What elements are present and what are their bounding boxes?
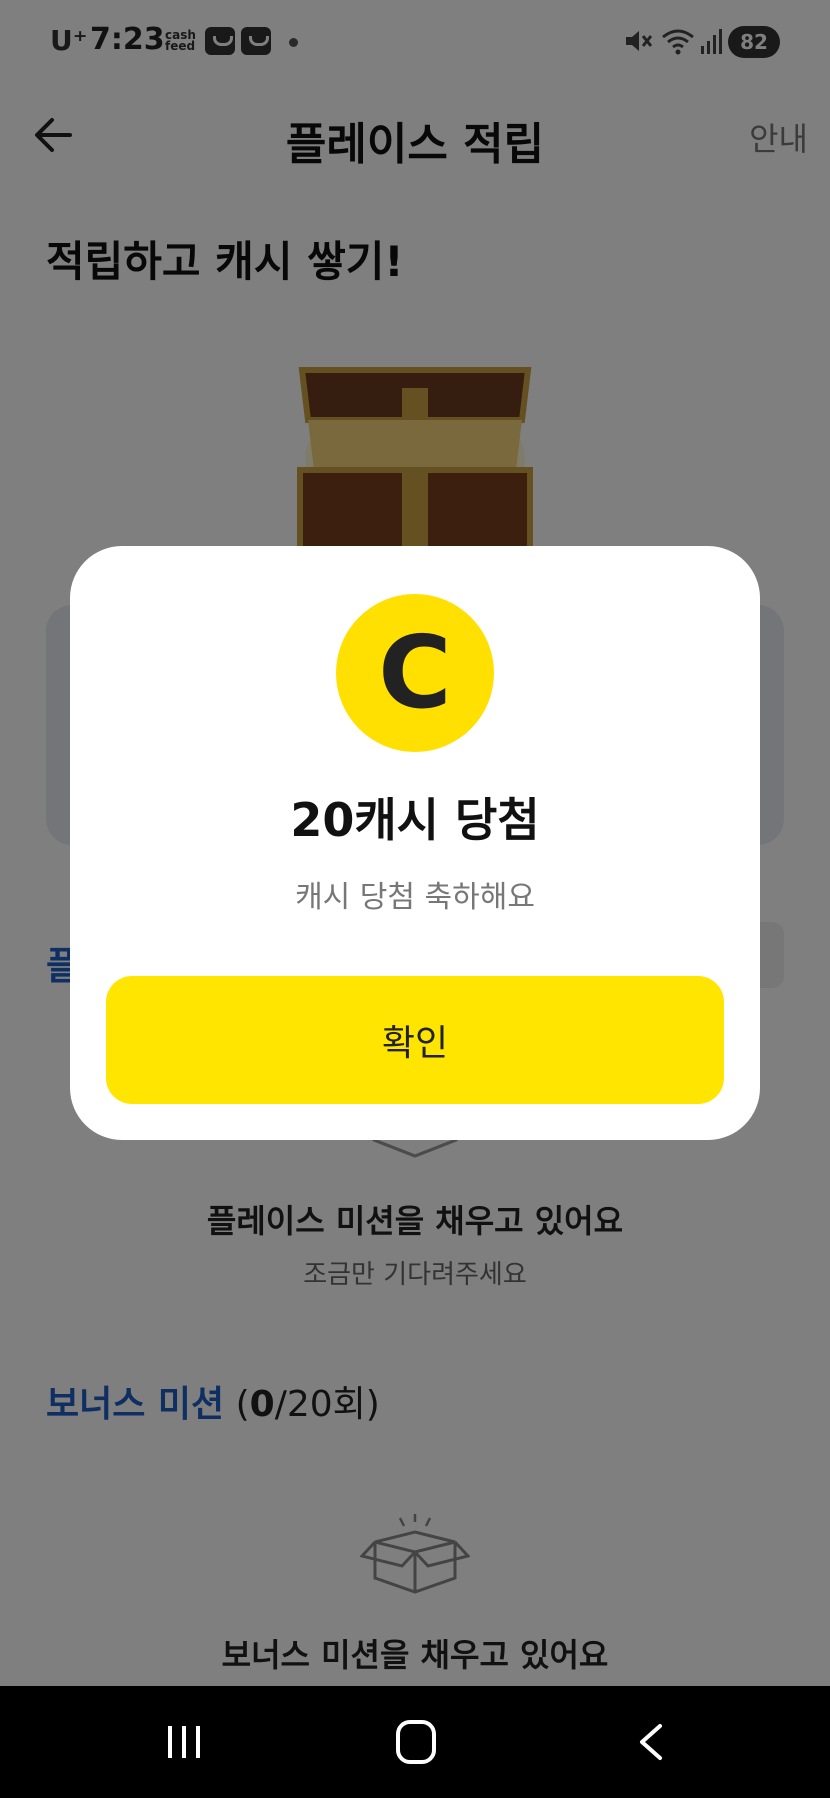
coin-icon: C [336,594,494,752]
confirm-button[interactable]: 확인 [106,976,724,1104]
dialog-title: 20캐시 당첨 [290,793,540,847]
nav-back-icon[interactable] [632,1722,672,1762]
system-nav-bar [0,1686,830,1798]
dialog-subtitle: 캐시 당첨 축하해요 [295,880,535,915]
reward-dialog: C 20캐시 당첨 캐시 당첨 축하해요 확인 [70,546,760,1140]
place-rewards-screen: U⁺ 7:23 cash feed 82 플레이스 적립 안내 적립하 [0,0,830,1686]
recent-apps-icon[interactable] [164,1722,204,1762]
home-icon[interactable] [396,1720,436,1764]
coin-letter: C [378,614,452,731]
